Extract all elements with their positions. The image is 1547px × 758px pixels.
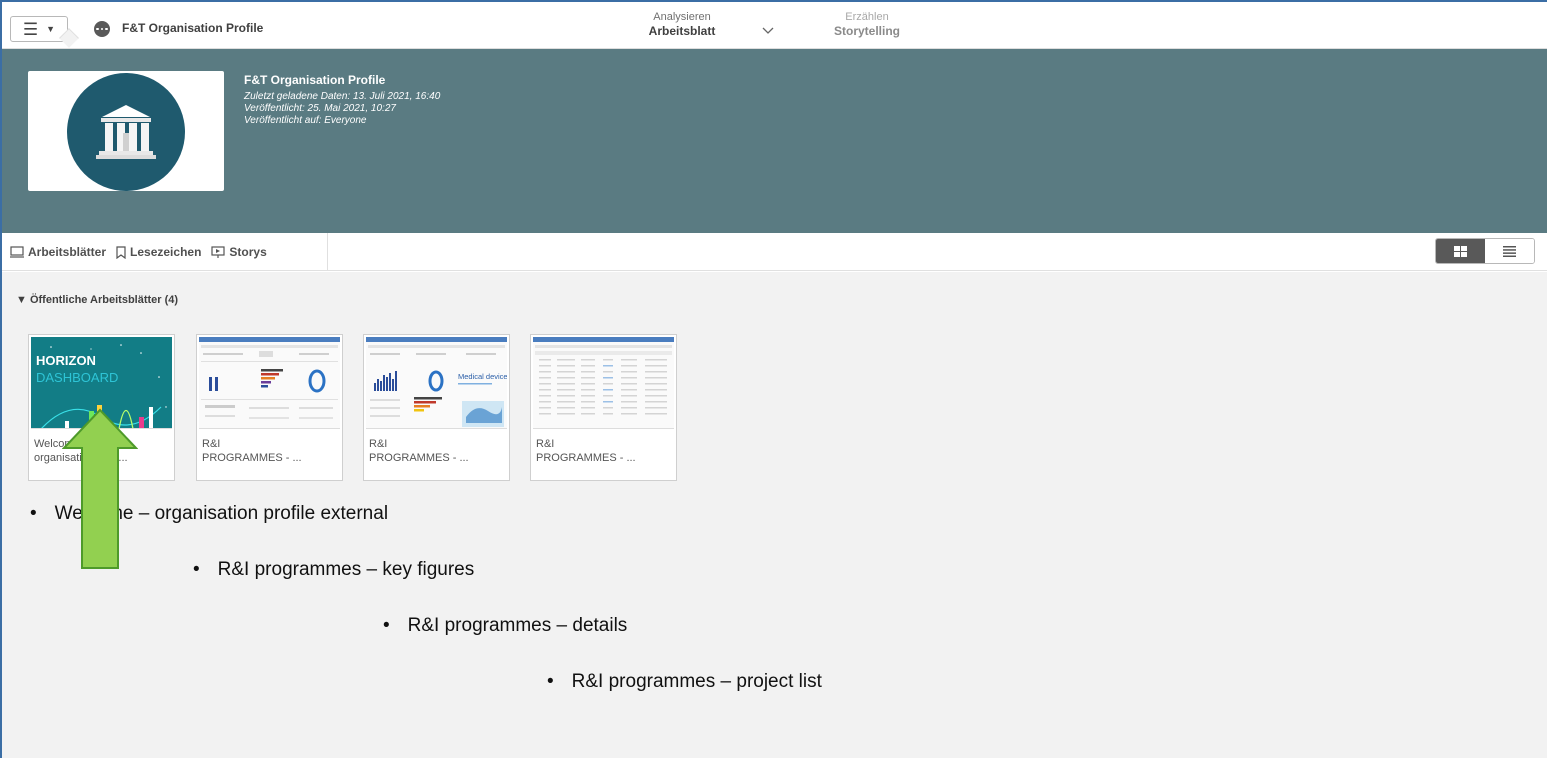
- tab-sheets[interactable]: Arbeitsblätter: [10, 245, 106, 259]
- app-options-icon[interactable]: [94, 21, 110, 37]
- nav-storytelling[interactable]: Erzählen Storytelling: [817, 11, 917, 38]
- story-icon: [211, 245, 226, 258]
- list-view-button[interactable]: [1485, 239, 1534, 263]
- sheet-icon: [10, 246, 24, 258]
- tab-bookmarks-label: Lesezeichen: [130, 245, 202, 259]
- grid-icon: [1454, 245, 1467, 257]
- institution-icon: [96, 105, 156, 159]
- list-icon: [1503, 245, 1516, 257]
- logo-circle: [67, 73, 185, 191]
- published-to: Veröffentlicht auf: Everyone: [244, 115, 367, 126]
- thumb-medical-devices-text: Medical devices: [458, 372, 507, 381]
- caret-down-icon: ▼: [46, 24, 56, 34]
- annotation-project-list: • R&I programmes – project list: [547, 671, 822, 692]
- sheet-thumbnail-project-list: [533, 337, 674, 429]
- annotation-details: • R&I programmes – details: [383, 615, 628, 636]
- sheet-thumbnail-key-figures: [199, 337, 340, 429]
- green-up-arrow-icon: [62, 408, 138, 569]
- app-header: F&T Organisation Profile Zuletzt geladen…: [2, 49, 1547, 233]
- nav-analyse-label: Analysieren: [653, 11, 711, 23]
- sheet-label-details: R&I PROGRAMMES - ...: [369, 438, 469, 464]
- sheet-label-project-list: R&I PROGRAMMES - ...: [536, 438, 636, 464]
- annotation-key-figures: • R&I programmes – key figures: [193, 559, 475, 580]
- sheet-card-key-figures[interactable]: R&I PROGRAMMES - ...: [196, 334, 343, 481]
- thumb-horizon-text: HORIZON: [36, 353, 96, 368]
- thumb-dashboard-text: DASHBOARD: [36, 370, 118, 385]
- top-bar: ☰ ▼ F&T Organisation Profile Analysieren…: [2, 2, 1547, 49]
- hamburger-icon: ☰: [22, 19, 39, 39]
- app-title: F&T Organisation Profile: [122, 21, 264, 35]
- public-sheets-title: Öffentliche Arbeitsblätter (4): [29, 294, 179, 306]
- bookmark-icon: [116, 245, 126, 259]
- sheet-card-project-list[interactable]: R&I PROGRAMMES - ...: [530, 334, 677, 481]
- app-info-title: F&T Organisation Profile: [244, 73, 386, 87]
- grid-view-button[interactable]: [1436, 239, 1485, 263]
- published-date: Veröffentlicht: 25. Mai 2021, 10:27: [244, 103, 396, 114]
- app-info: F&T Organisation Profile Zuletzt geladen…: [244, 73, 440, 127]
- sheet-label-key-figures: R&I PROGRAMMES - ...: [202, 438, 302, 464]
- sheet-card-details[interactable]: Medical devices R&I PROGRAMMES - ...: [363, 334, 510, 481]
- tab-sheets-label: Arbeitsblätter: [28, 245, 107, 259]
- tab-bar: Arbeitsblätter Lesezeichen Storys: [2, 233, 1547, 271]
- nav-analyse-value: Arbeitsblatt: [648, 24, 716, 38]
- public-sheets-toggle[interactable]: ▼ Öffentliche Arbeitsblätter (4): [16, 294, 178, 306]
- tab-stories-label: Storys: [229, 245, 267, 259]
- nav-analyse[interactable]: Analysieren Arbeitsblatt: [644, 11, 720, 38]
- tab-list: Arbeitsblätter Lesezeichen Storys: [2, 233, 328, 271]
- nav-story-label: Erzählen: [845, 11, 889, 23]
- sheet-thumbnail-details: Medical devices: [366, 337, 507, 429]
- app-thumbnail: [28, 71, 224, 191]
- tab-bookmarks[interactable]: Lesezeichen: [116, 245, 201, 259]
- chevron-down-icon[interactable]: [762, 24, 774, 38]
- tab-stories[interactable]: Storys: [211, 245, 267, 259]
- triangle-down-icon: ▼: [16, 294, 27, 306]
- last-reload: Zuletzt geladene Daten: 13. Juli 2021, 1…: [244, 91, 441, 102]
- view-toggle: [1435, 238, 1535, 264]
- nav-story-value: Storytelling: [833, 24, 900, 38]
